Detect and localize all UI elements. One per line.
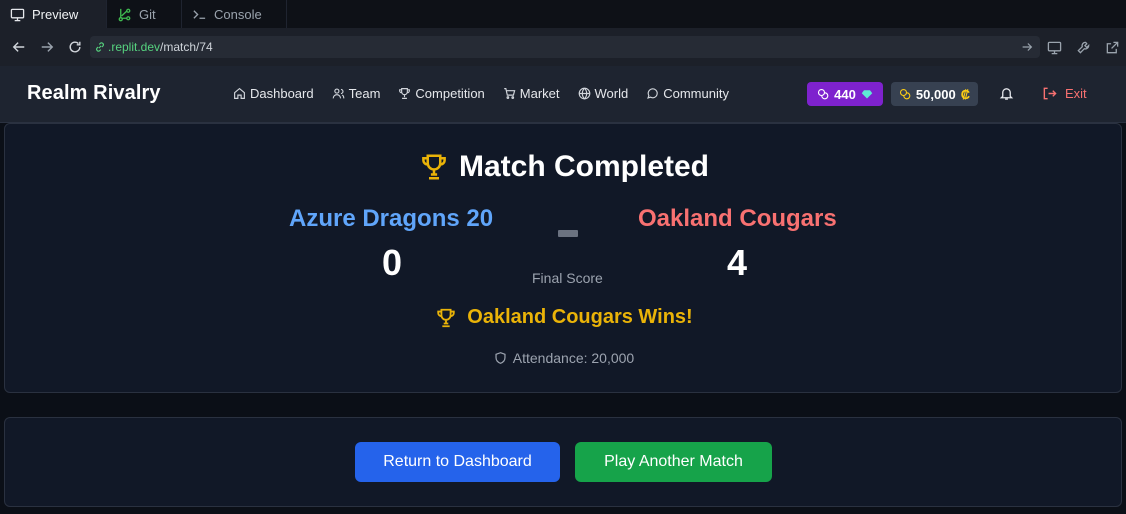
tab-preview[interactable]: Preview [0, 0, 107, 28]
app-header: Realm Rivalry Dashboard Team Competition… [0, 66, 1126, 123]
terminal-icon [193, 9, 206, 19]
return-to-dashboard-button[interactable]: Return to Dashboard [355, 442, 560, 482]
users-icon [332, 88, 344, 99]
browser-tools [1047, 40, 1120, 55]
coins-icon [899, 88, 911, 100]
reload-icon [69, 41, 81, 53]
main-nav: Dashboard Team Competition Market World … [233, 86, 729, 101]
monitor-icon [10, 8, 25, 21]
nav-item-competition[interactable]: Competition [398, 86, 485, 101]
cart-icon [504, 88, 516, 99]
final-score-label: Final Score [532, 270, 603, 286]
logout-icon [1043, 87, 1057, 100]
gems-badge[interactable]: 440 [807, 82, 883, 106]
nav-item-community[interactable]: Community [646, 86, 729, 101]
tab-label: Console [214, 6, 262, 22]
tab-git[interactable]: Git [107, 0, 182, 28]
globe-icon [578, 87, 590, 100]
attendance-text: Attendance: 20,000 [512, 350, 635, 366]
wrench-icon[interactable] [1076, 40, 1091, 55]
tab-console[interactable]: Console [182, 0, 287, 28]
git-branch-icon [118, 8, 131, 21]
winner-banner: Oakland Cougars Wins! [5, 306, 1123, 329]
link-icon [96, 42, 104, 52]
nav-item-world[interactable]: World [578, 86, 629, 101]
away-team-score: 4 [727, 242, 748, 283]
score-separator [558, 230, 578, 237]
nav-label: Team [348, 86, 381, 101]
play-another-match-button[interactable]: Play Another Match [575, 442, 772, 482]
gem-icon [861, 90, 873, 99]
nav-label: Competition [415, 86, 485, 101]
arrow-left-icon [12, 42, 25, 52]
coins-value: 50,000 [915, 86, 956, 102]
tab-label: Preview [32, 6, 79, 22]
go-arrow-icon[interactable] [1020, 40, 1034, 54]
gems-value: 440 [834, 86, 856, 102]
coin-symbol: ₡ [960, 86, 971, 102]
browser-toolbar: .replit.dev/match/74 [0, 28, 1126, 66]
home-team-name: Azure Dragons 20 [289, 205, 494, 232]
away-team-name: Oakland Cougars [638, 205, 837, 232]
nav-item-team[interactable]: Team [332, 86, 381, 101]
match-title: Match Completed [5, 150, 1123, 184]
trophy-icon [399, 88, 411, 99]
nav-label: World [594, 86, 629, 101]
url-path: /match/74 [160, 40, 213, 54]
chat-icon [647, 88, 658, 99]
nav-label: Market [519, 86, 560, 101]
coins-icon [818, 88, 829, 100]
url-domain: .replit.dev [108, 40, 161, 54]
trophy-icon [422, 154, 446, 180]
nav-label: Dashboard [250, 86, 314, 101]
match-title-text: Match Completed [458, 150, 710, 183]
nav-item-market[interactable]: Market [503, 86, 560, 101]
nav-label: Community [663, 86, 729, 101]
devices-icon[interactable] [1047, 40, 1062, 55]
actions-card: Return to Dashboard Play Another Match [4, 417, 1122, 507]
bell-icon[interactable] [999, 86, 1014, 101]
forward-button[interactable] [40, 40, 54, 54]
external-link-icon[interactable] [1105, 40, 1120, 55]
trophy-icon [437, 308, 455, 327]
home-team-score: 0 [382, 242, 403, 283]
home-icon [234, 87, 245, 99]
exit-button[interactable]: Exit [1042, 86, 1087, 101]
shield-icon [495, 352, 506, 364]
winner-text: Oakland Cougars Wins! [467, 306, 693, 328]
nav-item-dashboard[interactable]: Dashboard [233, 86, 314, 101]
ide-tab-bar: Preview Git Console [0, 0, 1126, 28]
attendance-info: Attendance: 20,000 [5, 350, 1123, 366]
arrow-right-icon [41, 42, 54, 52]
tab-label: Git [139, 6, 156, 22]
match-result-card: Match Completed Azure Dragons 20 0 Final… [4, 123, 1122, 393]
reload-button[interactable] [68, 40, 82, 54]
url-field[interactable]: .replit.dev/match/74 [90, 36, 1040, 58]
back-button[interactable] [12, 40, 26, 54]
brand-title[interactable]: Realm Rivalry [27, 82, 161, 105]
coins-badge[interactable]: 50,000 ₡ [891, 82, 978, 106]
exit-label: Exit [1065, 86, 1087, 101]
